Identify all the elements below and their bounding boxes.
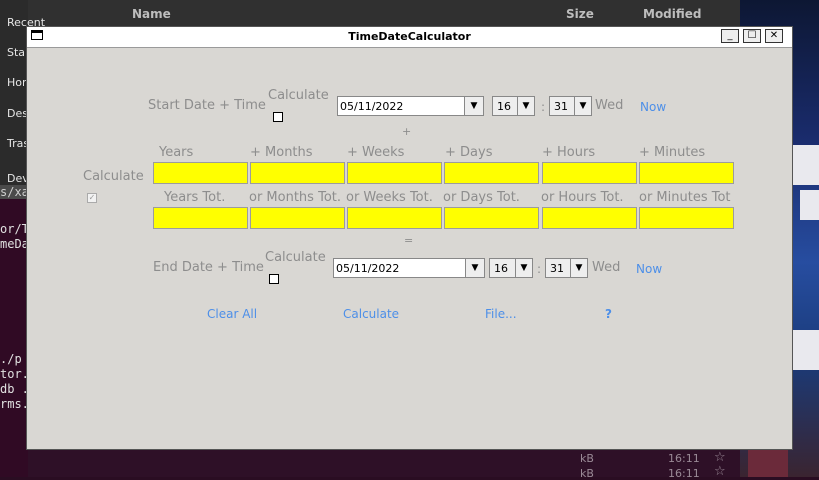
wallpaper-building xyxy=(790,145,819,185)
years-label: Years xyxy=(159,145,194,160)
terminal-line: ./p xyxy=(0,352,22,366)
end-colon: : xyxy=(537,262,542,276)
background-terminal: s/xa or/T meDa ./p tor. db . rms. xyxy=(0,185,28,477)
column-name: Name xyxy=(132,7,171,21)
weeks-total-input[interactable] xyxy=(347,207,442,229)
units-calculate-label: Calculate xyxy=(83,169,144,184)
start-hour-value: 16 xyxy=(497,100,511,113)
end-minute-value: 31 xyxy=(550,262,564,275)
sidebar-item-desktop: Des xyxy=(7,107,28,120)
start-calculate-label: Calculate xyxy=(268,88,329,103)
minutes-total-label: or Minutes Tot xyxy=(639,190,731,205)
hours-input[interactable] xyxy=(542,162,637,184)
column-size: Size xyxy=(566,7,594,21)
days-total-label: or Days Tot. xyxy=(443,190,520,205)
background-file-header: Name Size Modified xyxy=(28,0,740,26)
start-date-value: 05/11/2022 xyxy=(340,100,404,113)
column-modified: Modified xyxy=(643,7,702,21)
minutes-input[interactable] xyxy=(639,162,734,184)
weeks-label: + Weeks xyxy=(347,145,405,160)
end-date-value: 05/11/2022 xyxy=(336,262,400,275)
terminal-line: db . xyxy=(0,382,28,396)
months-total-input[interactable] xyxy=(250,207,345,229)
months-input[interactable] xyxy=(250,162,345,184)
hours-total-label: or Hours Tot. xyxy=(541,190,624,205)
minimize-button[interactable]: _ xyxy=(721,29,739,43)
file-time: 16:11 xyxy=(668,452,700,465)
end-now-button[interactable]: Now xyxy=(636,262,662,276)
minutes-label: + Minutes xyxy=(639,145,706,160)
time-date-calculator-window: TimeDateCalculator _ ☐ ✕ Start Date + Ti… xyxy=(26,26,793,450)
help-button[interactable]: ? xyxy=(605,307,612,321)
equals-sign: = xyxy=(404,234,414,247)
sidebar-item-home: Hor xyxy=(7,76,27,89)
start-date-time-label: Start Date + Time xyxy=(148,98,266,113)
close-button[interactable]: ✕ xyxy=(765,29,783,43)
days-input[interactable] xyxy=(444,162,539,184)
maximize-button[interactable]: ☐ xyxy=(743,29,761,43)
months-total-label: or Months Tot. xyxy=(249,190,341,205)
start-now-button[interactable]: Now xyxy=(640,100,666,114)
start-minute-value: 31 xyxy=(554,100,568,113)
chevron-down-icon[interactable]: ▼ xyxy=(574,97,591,115)
window-titlebar[interactable]: TimeDateCalculator _ ☐ ✕ xyxy=(27,27,792,48)
days-total-input[interactable] xyxy=(444,207,539,229)
terminal-path: s/xa xyxy=(0,185,28,199)
years-input[interactable] xyxy=(153,162,248,184)
end-hour-value: 16 xyxy=(494,262,508,275)
end-calculate-checkbox[interactable] xyxy=(269,274,279,284)
end-weekday: Wed xyxy=(592,260,621,275)
end-calculate-label: Calculate xyxy=(265,250,326,265)
chevron-down-icon[interactable]: ▼ xyxy=(464,97,483,115)
terminal-line: rms. xyxy=(0,397,28,411)
star-icon[interactable]: ☆ xyxy=(714,450,726,465)
background-file-rows: kB 16:11 kB 16:11 ☆ ☆ xyxy=(28,450,740,480)
terminal-line: or/T xyxy=(0,222,28,236)
days-label: + Days xyxy=(445,145,493,160)
file-button[interactable]: File... xyxy=(485,307,517,321)
file-size: kB xyxy=(580,467,594,480)
units-calculate-checkbox[interactable]: ✓ xyxy=(87,193,97,203)
wallpaper-building xyxy=(800,190,819,220)
chevron-down-icon[interactable]: ▼ xyxy=(515,259,532,277)
hours-total-input[interactable] xyxy=(542,207,637,229)
plus-sign: + xyxy=(402,125,412,138)
clear-all-button[interactable]: Clear All xyxy=(207,307,257,321)
start-colon: : xyxy=(541,100,546,114)
terminal-line: meDa xyxy=(0,237,28,251)
minutes-total-input[interactable] xyxy=(639,207,734,229)
end-date-dropdown[interactable]: 05/11/2022 ▼ xyxy=(333,258,485,278)
start-minute-selector[interactable]: 31 ▼ xyxy=(549,96,592,116)
start-weekday: Wed xyxy=(595,98,624,113)
end-minute-selector[interactable]: 31 ▼ xyxy=(545,258,588,278)
end-hour-selector[interactable]: 16 ▼ xyxy=(489,258,533,278)
chevron-down-icon[interactable]: ▼ xyxy=(570,259,587,277)
start-date-dropdown[interactable]: 05/11/2022 ▼ xyxy=(337,96,484,116)
file-time: 16:11 xyxy=(668,467,700,480)
file-size: kB xyxy=(580,452,594,465)
chevron-down-icon[interactable]: ▼ xyxy=(465,259,484,277)
end-date-time-label: End Date + Time xyxy=(153,260,264,275)
years-total-label: Years Tot. xyxy=(164,190,226,205)
window-title: TimeDateCalculator xyxy=(348,30,471,43)
start-hour-selector[interactable]: 16 ▼ xyxy=(492,96,535,116)
months-label: + Months xyxy=(250,145,313,160)
weeks-total-label: or Weeks Tot. xyxy=(346,190,433,205)
hours-label: + Hours xyxy=(542,145,596,160)
chevron-down-icon[interactable]: ▼ xyxy=(517,97,534,115)
start-calculate-checkbox[interactable] xyxy=(273,112,283,122)
weeks-input[interactable] xyxy=(347,162,442,184)
terminal-line: tor. xyxy=(0,367,28,381)
calculate-button[interactable]: Calculate xyxy=(343,307,399,321)
years-total-input[interactable] xyxy=(153,207,248,229)
